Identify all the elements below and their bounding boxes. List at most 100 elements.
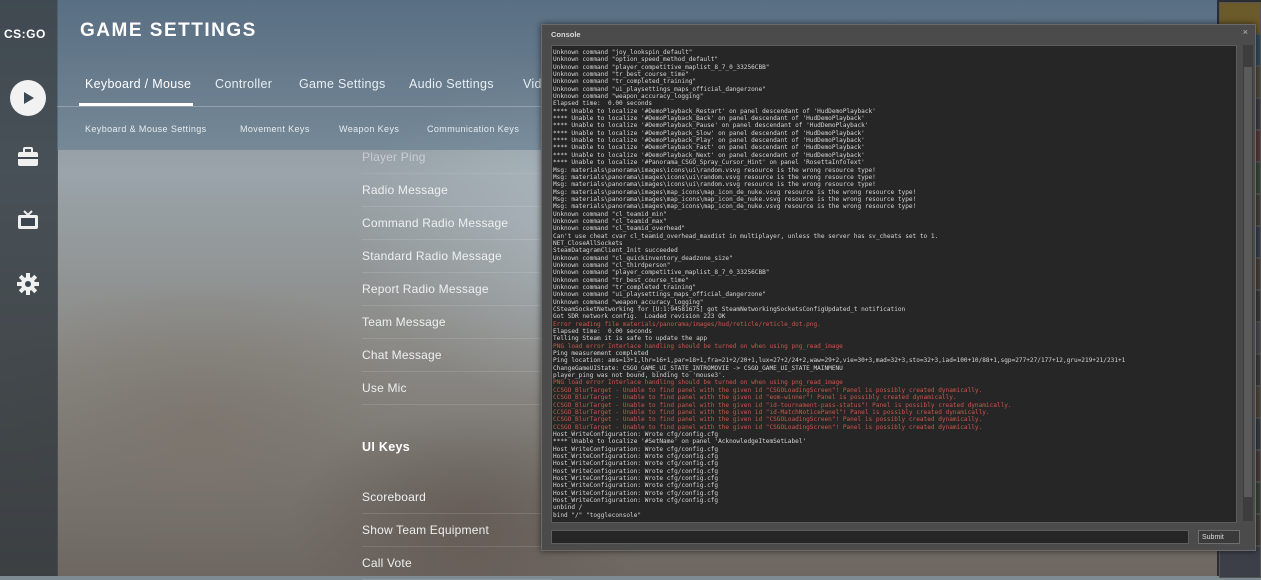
list-item[interactable]: Team Message [362,306,552,339]
list-item[interactable]: Report Radio Message [362,273,552,306]
console-line: PNG load error Interlace handling should… [553,342,843,350]
tv-icon [18,210,38,229]
console-line: bind "/" "toggleconsole" [553,511,642,519]
tab-audio-settings[interactable]: Audio Settings [409,77,494,91]
console-line: Unknown command "joy_lookspin_default" [553,49,693,56]
console-scrollbar[interactable] [1243,45,1253,521]
subtab-movement-keys[interactable]: Movement Keys [240,124,310,134]
console-line: Host_WriteConfiguration: Wrote cfg/confi… [553,482,719,490]
console-line: Msg: materials\panorama\images\map_icons… [553,195,917,203]
close-icon[interactable]: × [1243,27,1248,37]
tab-controller[interactable]: Controller [215,77,272,91]
console-line: CCSGO_BlurTarget - Unable to find panel … [553,386,983,394]
active-tab-indicator [79,103,193,106]
list-item[interactable]: Call Vote [362,547,552,580]
section-heading-ui-keys: UI Keys [362,440,410,454]
console-line: **** Unable to localize '#SetName' on pa… [553,438,807,446]
console-output: Unknown command "joy_lookspin_default" Un… [551,45,1237,523]
watch-button[interactable] [9,201,47,239]
subtab-keyboard-mouse-settings[interactable]: Keyboard & Mouse Settings [85,124,207,134]
console-line: Msg: materials\panorama\images\icons\ui\… [553,166,876,174]
console-line: Can't use cheat cvar cl_teamid_overhead_… [553,232,939,240]
list-item[interactable]: Chat Message [362,339,552,372]
console-line: CCSGO_BlurTarget - Unable to find panel … [553,401,1012,409]
console-line: Elapsed time: 0.00 seconds [553,100,653,108]
console-line: Unknown command "player_competitive_mapl… [553,63,770,71]
subtab-weapon-keys[interactable]: Weapon Keys [339,124,399,134]
briefcase-icon [18,147,38,166]
console-line: CSteamSocketNetworking for [U:1:94581675… [553,306,906,314]
play-icon [10,80,46,116]
tab-keyboard-mouse[interactable]: Keyboard / Mouse [85,77,191,91]
play-button[interactable] [9,79,47,117]
console-line: Unknown command "cl_teamid_min" [553,210,667,218]
console-line: Unknown command "cl_teamid_overhead" [553,225,686,233]
console-line: CCSGO_BlurTarget - Unable to find panel … [553,408,990,416]
console-line: Elapsed time: 0.00 seconds [553,328,653,336]
console-line: **** Unable to localize '#DemoPlayback_F… [553,144,865,152]
console-line: Unknown command "cl_thirdperson" [553,261,671,269]
console-line: Unknown command "weapon_accuracy_logging… [553,93,704,101]
console-window[interactable]: Console × Unknown command "joy_lookspin_… [541,24,1256,551]
console-title: Console [551,30,581,39]
list-item[interactable]: Command Radio Message [362,207,552,240]
console-line: Unknown command "tr_completed_training" [553,284,697,291]
console-line: Telling Steam it is safe to update the a… [553,335,708,343]
console-line: **** Unable to localize '#DemoPlayback_P… [553,137,865,145]
console-line: Unknown command "tr_completed_training" [553,78,697,86]
console-line: CCSGO_BlurTarget - Unable to find panel … [553,394,957,402]
console-line: Unknown command "tr_best_course_time" [553,71,689,79]
console-line: Msg: materials\panorama\images\icons\ui\… [553,181,876,189]
console-line: Unknown command "option_speed_method_def… [553,56,719,64]
console-line: Unknown command "ui_playsettings_maps_of… [553,291,766,299]
console-line: player_ping was not bound, binding to 'm… [553,372,726,380]
console-line: Error reading file materials/panorama/im… [553,320,821,328]
console-line: Got SDR network config. Loaded revision … [553,313,726,321]
list-item[interactable]: Player Ping [362,141,552,174]
console-line: Host_WriteConfiguration: Wrote cfg/confi… [553,430,719,438]
console-line: **** Unable to localize '#DemoPlayback_S… [553,129,865,137]
console-line: Msg: materials\panorama\images\map_icons… [553,188,917,196]
list-item[interactable]: Standard Radio Message [362,240,552,273]
console-line: CCSGO_BlurTarget - Unable to find panel … [553,423,983,431]
page-title: GAME SETTINGS [80,20,257,41]
console-line: ChangeGameUIState: CSGO_GAME_UI_STATE_IN… [553,364,843,372]
left-nav-rail: CS:GO [0,0,58,576]
console-line: Host_WriteConfiguration: Wrote cfg/confi… [553,496,719,504]
console-line: Host_WriteConfiguration: Wrote cfg/confi… [553,489,719,497]
tab-game-settings[interactable]: Game Settings [299,77,386,91]
submit-button[interactable]: Submit [1198,530,1240,544]
console-line: Ping measurement completed [553,350,649,358]
console-line: Unknown command "tr_best_course_time" [553,276,689,284]
console-line: **** Unable to localize '#DemoPlayback_R… [553,107,876,115]
console-line: Unknown command "ui_playsettings_maps_of… [553,85,766,93]
list-item[interactable]: Radio Message [362,174,552,207]
console-line: Ping location: ams=13+1,lhr=16+1,par=18+… [553,357,1126,365]
scrollbar-thumb[interactable] [1244,67,1252,497]
tab-video[interactable]: Vid [523,77,542,91]
console-line: Unknown command "player_competitive_mapl… [553,269,770,277]
inventory-button[interactable] [9,138,47,176]
console-line: **** Unable to localize '#DemoPlayback_P… [553,122,869,130]
console-line: Unknown command "cl_quickinventory_deadz… [553,254,733,262]
console-input[interactable] [551,530,1189,544]
subtab-communication-keys[interactable]: Communication Keys [427,124,519,134]
console-log: Unknown command "joy_lookspin_default" Un… [552,46,1236,519]
list-item[interactable]: Show Team Equipment [362,514,552,547]
console-line: Host_WriteConfiguration: Wrote cfg/confi… [553,467,719,475]
console-line: PNG load error Interlace handling should… [553,379,843,387]
csgo-logo[interactable]: CS:GO [4,27,46,41]
console-line: Msg: materials\panorama\images\icons\ui\… [553,173,876,181]
console-line: unbind / [553,504,583,512]
console-line: Host_WriteConfiguration: Wrote cfg/confi… [553,452,719,460]
console-line: Host_WriteConfiguration: Wrote cfg/confi… [553,460,719,468]
console-line: CCSGO_BlurTarget - Unable to find panel … [553,416,983,424]
settings-button[interactable] [9,265,47,303]
console-line: Unknown command "weapon_accuracy_logging… [553,298,704,306]
list-item[interactable]: Scoreboard [362,481,552,514]
console-line: **** Unable to localize '#Panorama_CSGO_… [553,159,865,167]
console-line: NET_CloseAllSockets [553,239,623,247]
console-line: Msg: materials\panorama\images\map_icons… [553,203,917,211]
list-item[interactable]: Use Mic [362,372,552,405]
console-line: Host_WriteConfiguration: Wrote cfg/confi… [553,474,719,482]
